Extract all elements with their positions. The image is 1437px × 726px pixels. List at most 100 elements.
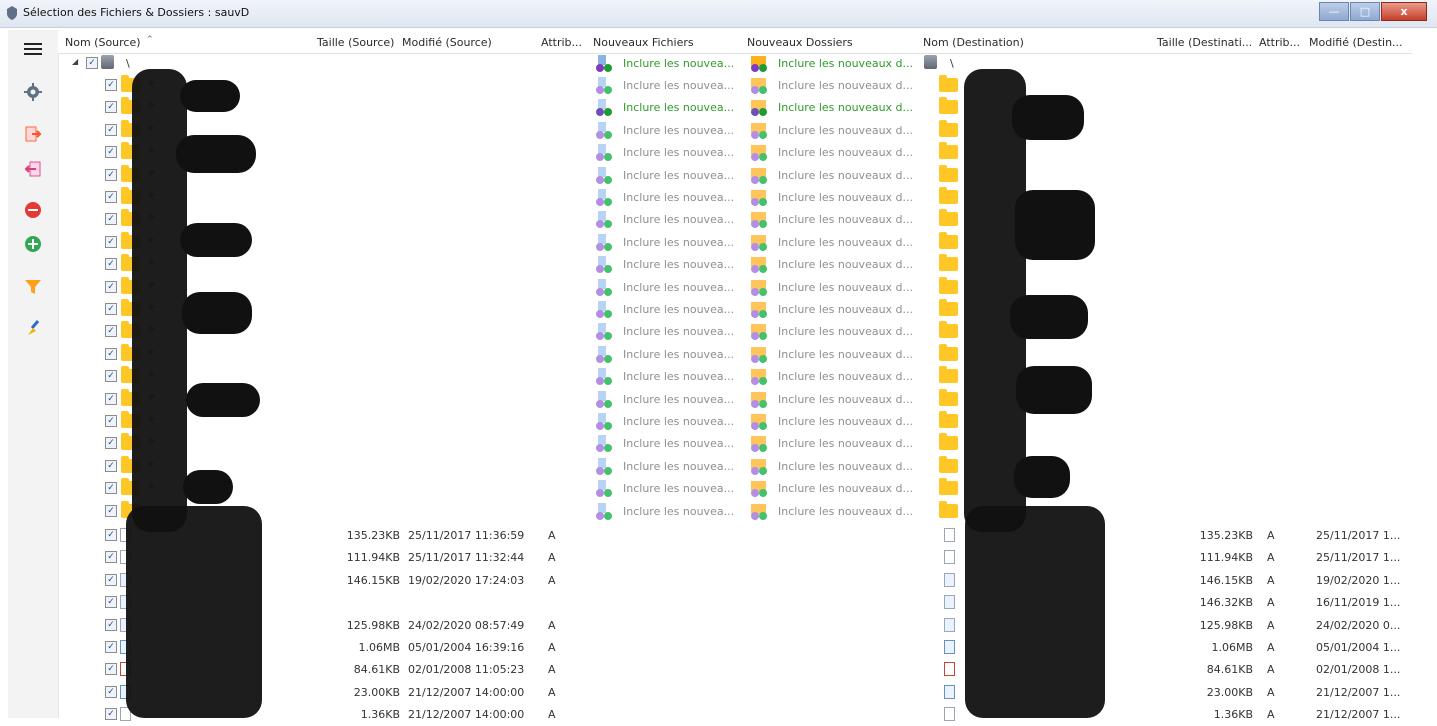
folder-new-folders[interactable]: Inclure les nouveaux d... — [778, 258, 913, 271]
new-folders-rule-icon[interactable] — [749, 76, 769, 95]
column-attrib-dest[interactable]: Attrib... — [1259, 36, 1300, 49]
folder-new-folders[interactable]: Inclure les nouveaux d... — [778, 325, 913, 338]
new-files-rule-icon[interactable] — [594, 143, 614, 162]
folder-checkbox[interactable]: ✓ — [105, 392, 117, 405]
folder-checkbox[interactable]: ✓ — [105, 370, 117, 383]
folder-new-files[interactable]: Inclure les nouvea... — [623, 236, 734, 249]
new-files-rule-icon[interactable] — [594, 300, 614, 319]
new-files-rule-icon[interactable] — [594, 188, 614, 207]
new-folders-rule-icon[interactable] — [749, 210, 769, 229]
folder-new-files[interactable]: Inclure les nouvea... — [623, 169, 734, 182]
folder-checkbox[interactable]: ✓ — [105, 123, 117, 136]
new-files-rule-icon[interactable] — [594, 76, 614, 95]
root-checkbox[interactable]: ✓ — [86, 57, 98, 69]
folder-new-files[interactable]: Inclure les nouvea... — [623, 124, 734, 137]
new-folders-rule-icon[interactable] — [749, 479, 769, 498]
new-folders-rule-icon[interactable] — [749, 412, 769, 431]
folder-new-folders[interactable]: Inclure les nouveaux d... — [778, 213, 913, 226]
new-files-rule-icon[interactable] — [594, 54, 614, 73]
new-files-rule-icon[interactable] — [594, 98, 614, 117]
folder-row[interactable]: ▶ ✓ Inclure les nouvea... Inclure les no… — [58, 209, 1412, 231]
file-row[interactable]: ✓ 1.36KB 21/12/2007 14:00:00 A 1.36KB A … — [58, 704, 1412, 726]
filter-icon[interactable] — [23, 277, 43, 297]
folder-new-files[interactable]: Inclure les nouvea... — [623, 303, 734, 316]
new-files-rule-icon[interactable] — [594, 278, 614, 297]
folder-new-files[interactable]: Inclure les nouvea... — [623, 460, 734, 473]
folder-new-folders[interactable]: Inclure les nouveaux d... — [778, 415, 913, 428]
new-files-rule-icon[interactable] — [594, 367, 614, 386]
new-folders-rule-icon[interactable] — [749, 345, 769, 364]
folder-new-files[interactable]: Inclure les nouvea... — [623, 258, 734, 271]
new-folders-rule-icon[interactable] — [749, 367, 769, 386]
folder-new-folders[interactable]: Inclure les nouveaux d... — [778, 146, 913, 159]
new-files-rule-icon[interactable] — [594, 502, 614, 521]
folder-new-folders[interactable]: Inclure les nouveaux d... — [778, 101, 913, 114]
folder-row[interactable]: ▶ ✓ Inclure les nouvea... Inclure les no… — [58, 343, 1412, 366]
folder-checkbox[interactable]: ✓ — [105, 303, 117, 315]
folder-new-files[interactable]: Inclure les nouvea... — [623, 415, 734, 428]
new-folders-rule-icon[interactable] — [749, 143, 769, 162]
folder-new-folders[interactable]: Inclure les nouveaux d... — [778, 460, 913, 473]
new-files-rule-icon[interactable] — [594, 233, 614, 252]
folder-checkbox[interactable]: ✓ — [105, 504, 117, 517]
folder-row[interactable]: ▶ ✓ Inclure les nouvea... Inclure les no… — [58, 366, 1412, 388]
folder-checkbox[interactable]: ✓ — [105, 168, 117, 181]
folder-checkbox[interactable]: ✓ — [105, 213, 117, 226]
root-new-files[interactable]: Inclure les nouvea... — [623, 57, 734, 70]
folder-new-files[interactable]: Inclure les nouvea... — [623, 281, 734, 294]
collapse-icon[interactable]: ◢ — [72, 57, 78, 66]
folder-row[interactable]: ▶ ✓ Inclure les nouvea... Inclure les no… — [58, 299, 1412, 321]
folder-checkbox[interactable]: ✓ — [105, 482, 117, 495]
new-folders-rule-icon[interactable] — [749, 434, 769, 453]
new-folders-rule-icon[interactable] — [749, 121, 769, 140]
folder-checkbox[interactable]: ✓ — [105, 280, 117, 293]
folder-new-files[interactable]: Inclure les nouvea... — [623, 146, 734, 159]
column-new-folders[interactable]: Nouveaux Dossiers — [747, 36, 853, 49]
folder-checkbox[interactable]: ✓ — [105, 235, 117, 248]
folder-new-files[interactable]: Inclure les nouvea... — [623, 393, 734, 406]
column-name-dest[interactable]: Nom (Destination) — [923, 36, 1024, 49]
folder-checkbox[interactable]: ✓ — [105, 415, 117, 427]
folder-new-folders[interactable]: Inclure les nouveaux d... — [778, 191, 913, 204]
new-files-rule-icon[interactable] — [594, 457, 614, 476]
column-attrib-source[interactable]: Attrib... — [541, 36, 582, 49]
column-size-source[interactable]: Taille (Source) — [317, 36, 394, 49]
new-files-rule-icon[interactable] — [594, 322, 614, 341]
folder-row[interactable]: ▶ ✓ Inclure les nouvea... Inclure les no… — [58, 75, 1412, 97]
folder-new-files[interactable]: Inclure les nouvea... — [623, 101, 734, 114]
folder-new-folders[interactable]: Inclure les nouveaux d... — [778, 437, 913, 450]
maximize-button[interactable]: □ — [1350, 2, 1380, 21]
new-folders-rule-icon[interactable] — [749, 300, 769, 319]
new-folders-rule-icon[interactable] — [749, 278, 769, 297]
new-files-rule-icon[interactable] — [594, 121, 614, 140]
folder-row[interactable]: ▶ ✓ Inclure les nouvea... Inclure les no… — [58, 231, 1412, 254]
file-checkbox[interactable]: ✓ — [105, 573, 117, 586]
folder-row[interactable]: ▶ ✓ Inclure les nouvea... Inclure les no… — [58, 142, 1412, 164]
folder-checkbox[interactable]: ✓ — [105, 437, 117, 450]
folder-checkbox[interactable]: ✓ — [105, 258, 117, 271]
column-new-files[interactable]: Nouveaux Fichiers — [593, 36, 694, 49]
folder-row[interactable]: ▶ ✓ Inclure les nouvea... Inclure les no… — [58, 455, 1412, 478]
new-folders-rule-icon[interactable] — [749, 457, 769, 476]
folder-checkbox[interactable]: ✓ — [105, 79, 117, 91]
column-modified-dest[interactable]: Modifié (Destin... — [1309, 36, 1403, 49]
minimize-button[interactable]: — — [1319, 2, 1349, 21]
folder-new-folders[interactable]: Inclure les nouveaux d... — [778, 482, 913, 495]
new-folders-rule-icon[interactable] — [749, 166, 769, 185]
folder-new-folders[interactable]: Inclure les nouveaux d... — [778, 169, 913, 182]
folder-new-files[interactable]: Inclure les nouvea... — [623, 437, 734, 450]
folder-new-folders[interactable]: Inclure les nouveaux d... — [778, 124, 913, 137]
new-files-rule-icon[interactable] — [594, 412, 614, 431]
folder-checkbox[interactable]: ✓ — [105, 146, 117, 159]
folder-row[interactable]: ▶ ✓ Inclure les nouvea... Inclure les no… — [58, 478, 1412, 500]
new-files-rule-icon[interactable] — [594, 210, 614, 229]
folder-new-files[interactable]: Inclure les nouvea... — [623, 191, 734, 204]
folder-new-folders[interactable]: Inclure les nouveaux d... — [778, 79, 913, 92]
file-checkbox[interactable]: ✓ — [105, 529, 117, 541]
folder-new-folders[interactable]: Inclure les nouveaux d... — [778, 393, 913, 406]
folder-row[interactable]: ▶ ✓ Inclure les nouvea... Inclure les no… — [58, 276, 1412, 299]
file-checkbox[interactable]: ✓ — [105, 551, 117, 564]
folder-checkbox[interactable]: ✓ — [105, 325, 117, 338]
folder-checkbox[interactable]: ✓ — [105, 347, 117, 360]
new-folders-rule-icon[interactable] — [749, 54, 769, 73]
